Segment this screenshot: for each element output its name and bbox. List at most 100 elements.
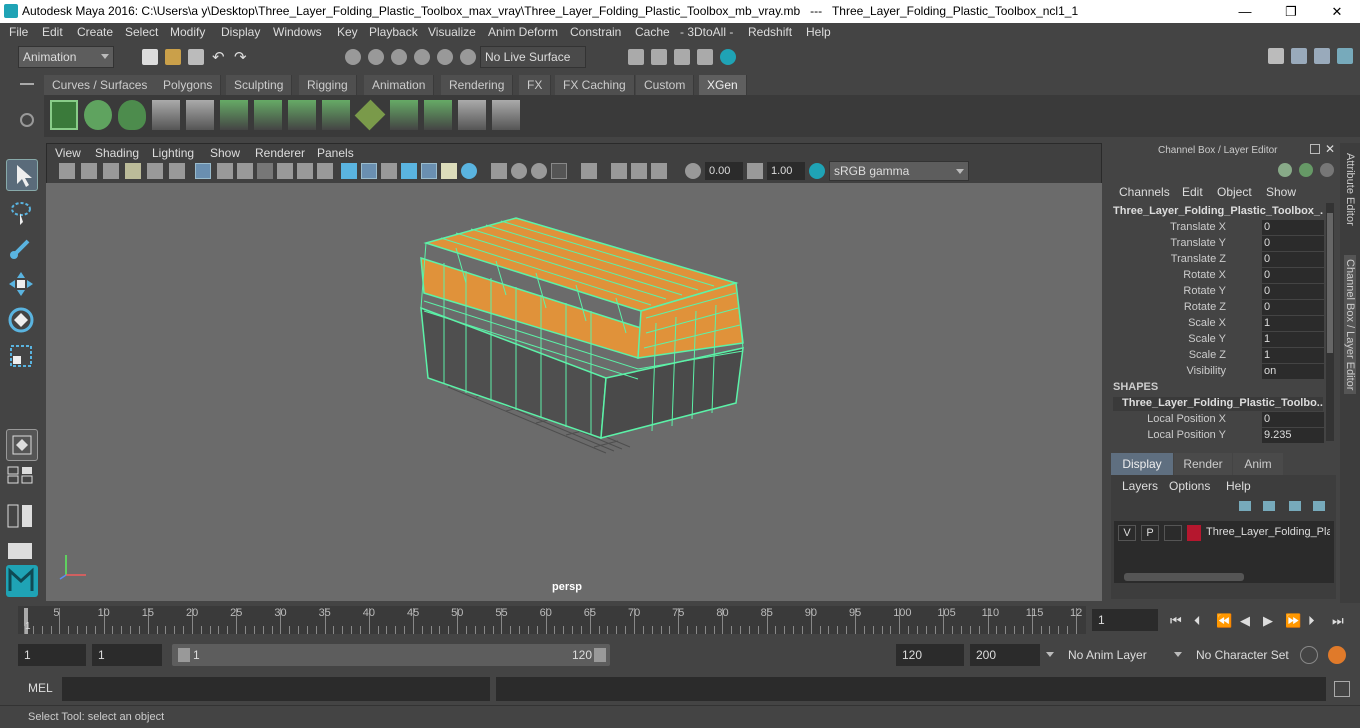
- menu-anim-deform[interactable]: Anim Deform: [488, 25, 558, 39]
- menu-constrain[interactable]: Constrain: [570, 25, 621, 39]
- float-panel-icon[interactable]: [1310, 144, 1320, 154]
- viewport-menu-show[interactable]: Show: [210, 146, 240, 160]
- xgen-grid-icon[interactable]: [354, 99, 386, 131]
- shelf-tab-sculpting[interactable]: Sculpting: [226, 75, 293, 95]
- layer-menu-layers[interactable]: Layers: [1122, 479, 1158, 493]
- anim-layer-dropdown[interactable]: No Anim Layer: [1062, 644, 1162, 666]
- paint-select-tool-icon[interactable]: [6, 233, 38, 265]
- layer-display-type-toggle[interactable]: [1164, 525, 1182, 541]
- attribute-editor-tab[interactable]: Attribute Editor: [1344, 153, 1356, 226]
- open-scene-icon[interactable]: [165, 49, 181, 65]
- render-view-icon[interactable]: [697, 49, 713, 65]
- menu-visualize[interactable]: Visualize: [428, 25, 476, 39]
- attr-translate-y[interactable]: Translate Y0: [1104, 236, 1324, 252]
- attr-translate-x[interactable]: Translate X0: [1104, 220, 1324, 236]
- grease-pencil-icon[interactable]: [169, 163, 185, 179]
- graph-layout-icon[interactable]: [6, 541, 38, 561]
- snap-point-icon[interactable]: [460, 49, 476, 65]
- xgen-delete-guides-icon[interactable]: [492, 100, 520, 130]
- gamma-icon[interactable]: [747, 163, 763, 179]
- color-space-dropdown[interactable]: sRGB gamma: [829, 161, 969, 181]
- layer-menu-options[interactable]: Options: [1169, 479, 1210, 493]
- undo-icon[interactable]: ↶: [212, 48, 225, 66]
- menuset-dropdown[interactable]: Animation: [18, 46, 114, 68]
- film-gate-icon[interactable]: [217, 163, 233, 179]
- wireframe-on-shaded-icon[interactable]: [381, 163, 397, 179]
- xgen-bake-guides-icon[interactable]: [390, 100, 418, 130]
- save-scene-icon[interactable]: [188, 49, 204, 65]
- exposure-field[interactable]: 0.00: [705, 162, 743, 180]
- exposure-icon[interactable]: [685, 163, 701, 179]
- selected-object-name[interactable]: Three_Layer_Folding_Plastic_Toolbox_...: [1113, 205, 1323, 217]
- depth-of-field-icon[interactable]: [551, 163, 567, 179]
- step-forward-key-icon[interactable]: ⏵: [1308, 613, 1324, 629]
- lasso-tool-icon[interactable]: [6, 197, 38, 229]
- attr-scale-y[interactable]: Scale Y1: [1104, 332, 1324, 348]
- resolution-gate-icon[interactable]: [237, 163, 253, 179]
- xgen-show-guides-icon[interactable]: [254, 100, 282, 130]
- menu-create[interactable]: Create: [77, 25, 113, 39]
- snap-grid-icon[interactable]: [414, 49, 430, 65]
- cb-menu-object[interactable]: Object: [1217, 185, 1252, 199]
- render-settings-icon[interactable]: [628, 49, 644, 65]
- show-tool-settings-icon[interactable]: [1314, 48, 1330, 64]
- menu-edit[interactable]: Edit: [42, 25, 63, 39]
- attr-scale-x[interactable]: Scale X1: [1104, 316, 1324, 332]
- step-back-key-icon[interactable]: ⏴: [1194, 613, 1210, 629]
- render-frame-icon[interactable]: [651, 49, 667, 65]
- shelf-tab-fx[interactable]: FX: [519, 75, 552, 95]
- xray-joints-icon[interactable]: [611, 163, 627, 179]
- character-set-chevron-icon[interactable]: [1174, 652, 1182, 657]
- shape-node-name[interactable]: Three_Layer_Folding_Plastic_Toolbo...: [1113, 397, 1323, 411]
- maximize-button[interactable]: ❐: [1268, 0, 1314, 23]
- layer-name[interactable]: Three_Layer_Folding_Pla: [1206, 526, 1330, 538]
- shelf-tab-polygons[interactable]: Polygons: [155, 75, 222, 95]
- mel-label[interactable]: MEL: [28, 681, 53, 695]
- viewport-menu-lighting[interactable]: Lighting: [152, 146, 194, 160]
- menu-file[interactable]: File: [9, 25, 28, 39]
- menu-playback[interactable]: Playback: [369, 25, 418, 39]
- xray-active-icon[interactable]: [631, 163, 647, 179]
- move-layer-up-icon[interactable]: [1239, 501, 1251, 511]
- range-start-handle[interactable]: [178, 648, 190, 662]
- scene-end-field[interactable]: 200: [970, 644, 1040, 666]
- viewport-menu-renderer[interactable]: Renderer: [255, 146, 305, 160]
- layer-tab-anim[interactable]: Anim: [1233, 453, 1283, 475]
- viewport-menu-panels[interactable]: Panels: [317, 146, 354, 160]
- two-d-pan-zoom-icon[interactable]: [147, 163, 163, 179]
- toggle-hud-icon[interactable]: [651, 163, 667, 179]
- xgen-place-guides-icon[interactable]: [186, 100, 214, 130]
- scene-start-field[interactable]: 1: [18, 644, 86, 666]
- attr-rotate-y[interactable]: Rotate Y0: [1104, 284, 1324, 300]
- step-back-frame-icon[interactable]: ⏪: [1216, 613, 1232, 629]
- xgen-add-guides-icon[interactable]: [152, 100, 180, 130]
- new-layer-selected-icon[interactable]: [1313, 501, 1325, 511]
- menu-redshift[interactable]: Redshift: [748, 25, 792, 39]
- four-view-layout-icon[interactable]: [6, 465, 38, 485]
- mel-command-input[interactable]: [62, 677, 490, 701]
- go-to-end-icon[interactable]: ⏭: [1332, 613, 1348, 629]
- redo-icon[interactable]: ↷: [234, 48, 247, 66]
- smooth-shade-icon[interactable]: [361, 163, 377, 179]
- close-button[interactable]: ✕: [1314, 0, 1360, 23]
- playback-start-field[interactable]: 1: [92, 644, 162, 666]
- layer-visibility-toggle[interactable]: V: [1118, 525, 1136, 541]
- xgen-guides-to-curves-icon[interactable]: [458, 100, 486, 130]
- attr-visibility[interactable]: Visibility on: [1104, 364, 1324, 380]
- channel-box-scrollbar[interactable]: [1326, 203, 1334, 441]
- auto-key-icon[interactable]: [1300, 646, 1318, 664]
- layer-color-swatch[interactable]: [1187, 525, 1201, 541]
- layer-tab-render[interactable]: Render: [1174, 453, 1232, 475]
- menu-display[interactable]: Display: [221, 25, 260, 39]
- select-component-icon[interactable]: [391, 49, 407, 65]
- viewport-menu-view[interactable]: View: [55, 146, 81, 160]
- show-attribute-editor-icon[interactable]: [1291, 48, 1307, 64]
- menu-windows[interactable]: Windows: [273, 25, 322, 39]
- layer-horizontal-scrollbar[interactable]: [1124, 573, 1244, 581]
- shelf-tab-rigging[interactable]: Rigging: [299, 75, 357, 95]
- range-end-handle[interactable]: [594, 648, 606, 662]
- redshift-icon[interactable]: [720, 49, 736, 65]
- shelf-tab-custom[interactable]: Custom: [636, 75, 695, 95]
- range-slider[interactable]: 1 120: [172, 644, 610, 666]
- attr-scale-z[interactable]: Scale Z1: [1104, 348, 1324, 364]
